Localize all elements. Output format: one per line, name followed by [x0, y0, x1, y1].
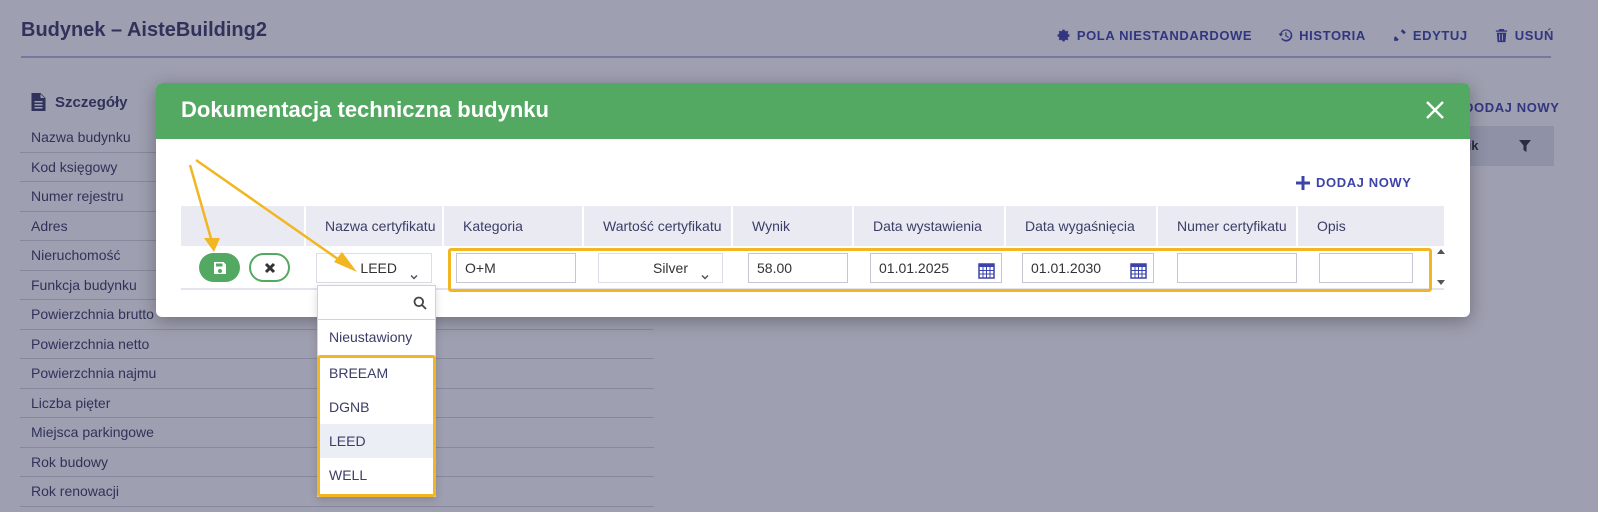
certificate-name-select[interactable]: LEED	[316, 253, 432, 283]
chevron-down-icon	[409, 263, 419, 280]
certificate-name-value: LEED	[360, 260, 397, 276]
column-header-certificate-number[interactable]: Numer certyfikatu	[1156, 206, 1296, 246]
plus-icon	[1296, 175, 1310, 190]
cancel-row-button[interactable]	[249, 253, 290, 282]
scroll-down-arrow[interactable]	[1437, 280, 1445, 285]
technical-documentation-modal: Dokumentacja techniczna budynku DODAJ NO…	[156, 83, 1470, 317]
modal-title: Dokumentacja techniczna budynku	[181, 97, 549, 122]
column-header-certificate-name[interactable]: Nazwa certyfikatu	[304, 206, 442, 246]
certificate-value-select[interactable]: Silver	[598, 253, 723, 283]
category-input[interactable]: O+M	[456, 253, 576, 283]
dropdown-search-input[interactable]	[324, 291, 408, 315]
issue-date-value: 01.01.2025	[879, 260, 950, 276]
dropdown-option-unset[interactable]: Nieustawiony	[318, 320, 435, 354]
dropdown-option-breeam[interactable]: BREEAM	[318, 356, 435, 390]
column-header-score[interactable]: Wynik	[731, 206, 852, 246]
modal-header: Dokumentacja techniczna budynku	[156, 83, 1470, 139]
column-header-expiry-date[interactable]: Data wygaśnięcia	[1004, 206, 1156, 246]
dropdown-option-well[interactable]: WELL	[318, 458, 435, 492]
search-icon	[413, 296, 427, 310]
expiry-date-value: 01.01.2030	[1031, 260, 1102, 276]
column-header-issue-date[interactable]: Data wystawienia	[852, 206, 1004, 246]
column-header-description[interactable]: Opis	[1296, 206, 1444, 246]
close-icon	[1426, 101, 1444, 119]
certificate-value-value: Silver	[652, 260, 688, 276]
certificate-name-dropdown: Nieustawiony BREEAM DGNB LEED WELL	[317, 285, 436, 497]
column-header-actions	[181, 206, 304, 246]
x-icon	[264, 262, 275, 273]
expiry-date-input[interactable]: 01.01.2030	[1022, 253, 1154, 283]
save-row-button[interactable]	[199, 253, 240, 282]
calendar-icon[interactable]	[1130, 260, 1147, 279]
issue-date-input[interactable]: 01.01.2025	[870, 253, 1002, 283]
certificate-number-input[interactable]	[1177, 253, 1297, 283]
description-input[interactable]	[1319, 253, 1413, 283]
grid-header: Nazwa certyfikatu Kategoria Wartość cert…	[181, 206, 1444, 246]
close-button[interactable]	[1424, 99, 1446, 121]
floppy-disk-icon	[213, 261, 226, 274]
score-input[interactable]: 58.00	[748, 253, 848, 283]
calendar-icon[interactable]	[978, 260, 995, 279]
chevron-down-icon	[700, 263, 710, 280]
column-header-category[interactable]: Kategoria	[442, 206, 582, 246]
add-new-certificate-button[interactable]: DODAJ NOWY	[1296, 175, 1412, 190]
add-new-label: DODAJ NOWY	[1316, 175, 1412, 190]
scroll-up-arrow[interactable]	[1437, 249, 1445, 254]
dropdown-option-leed[interactable]: LEED	[318, 424, 435, 458]
column-header-certificate-value[interactable]: Wartość certyfikatu	[582, 206, 731, 246]
dropdown-search	[318, 286, 435, 320]
dropdown-option-dgnb[interactable]: DGNB	[318, 390, 435, 424]
